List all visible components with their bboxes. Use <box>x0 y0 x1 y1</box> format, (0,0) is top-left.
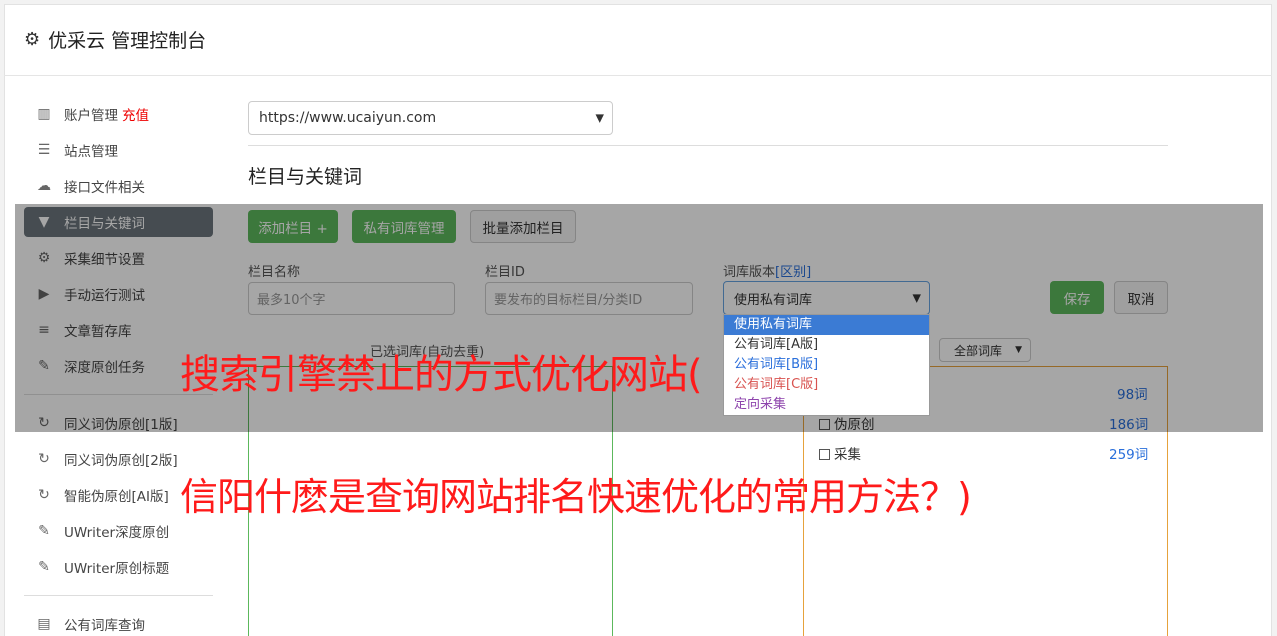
gear-icon: ⚙ <box>24 29 41 50</box>
watermark-line-1: 搜索引擎禁止的方式优化网站( <box>180 352 703 398</box>
header: ⚙ 优采云 管理控制台 <box>4 4 1272 76</box>
dropdown-option[interactable]: 公有词库[A版] <box>724 335 929 355</box>
watermark-line-2: 信阳什麽是查询网站排名快速优化的常用方法？) <box>180 475 972 519</box>
site-select[interactable]: https://www.ucaiyun.com ▼ <box>248 101 613 135</box>
divider <box>248 145 1168 146</box>
sidebar-item-label: 公有词库查询 <box>64 618 145 634</box>
server-icon: ☰ <box>37 142 51 158</box>
dropdown-option[interactable]: 使用私有词库 <box>724 315 929 335</box>
dropdown-option[interactable]: 公有词库[C版] <box>724 375 929 395</box>
refresh-icon: ↻ <box>38 451 50 467</box>
dropdown-option[interactable]: 定向采集 <box>724 395 929 415</box>
site-select-value: https://www.ucaiyun.com <box>259 110 437 126</box>
bar-chart-icon: ▥ <box>37 106 51 122</box>
lib-item-name: 采集 <box>834 447 861 463</box>
sidebar-item-account[interactable]: ▥ 账户管理 充值 <box>24 99 213 129</box>
sidebar-item-label: 站点管理 <box>64 144 118 160</box>
sidebar-item-label: 接口文件相关 <box>64 180 145 196</box>
checkbox[interactable] <box>819 449 830 460</box>
sidebar-item-label: 账户管理 <box>64 108 118 124</box>
refresh-icon: ↻ <box>38 487 50 503</box>
edit-icon: ✎ <box>38 523 50 539</box>
section-title: 栏目与关键词 <box>248 166 363 188</box>
sidebar-item-label: 同义词伪原创[2版] <box>64 453 178 469</box>
edit-icon: ✎ <box>38 559 50 575</box>
page-title: 优采云 管理控制台 <box>48 30 207 52</box>
book-icon: ▤ <box>37 616 51 632</box>
lib-item-count: 259词 <box>1109 447 1149 463</box>
sidebar-item-label: 智能伪原创[AI版] <box>64 489 169 505</box>
sidebar-item-public-lib[interactable]: ▤ 公有词库查询 <box>24 609 213 636</box>
lib-item[interactable]: 采集 <box>819 443 861 463</box>
dropdown-option[interactable]: 公有词库[B版] <box>724 355 929 375</box>
cloud-upload-icon: ☁ <box>37 178 51 194</box>
sidebar-item-api-files[interactable]: ☁ 接口文件相关 <box>24 171 213 201</box>
recharge-link[interactable]: 充值 <box>122 104 149 124</box>
sidebar-item-label: UWriter原创标题 <box>64 561 170 577</box>
chevron-down-icon: ▼ <box>595 111 604 125</box>
lib-version-dropdown: 使用私有词库 公有词库[A版] 公有词库[B版] 公有词库[C版] 定向采集 <box>723 314 930 416</box>
sidebar-divider <box>24 595 213 596</box>
sidebar-item-label: UWriter深度原创 <box>64 525 170 541</box>
sidebar-item-uwriter-title[interactable]: ✎ UWriter原创标题 <box>24 552 213 582</box>
sidebar-item-sites[interactable]: ☰ 站点管理 <box>24 135 213 165</box>
